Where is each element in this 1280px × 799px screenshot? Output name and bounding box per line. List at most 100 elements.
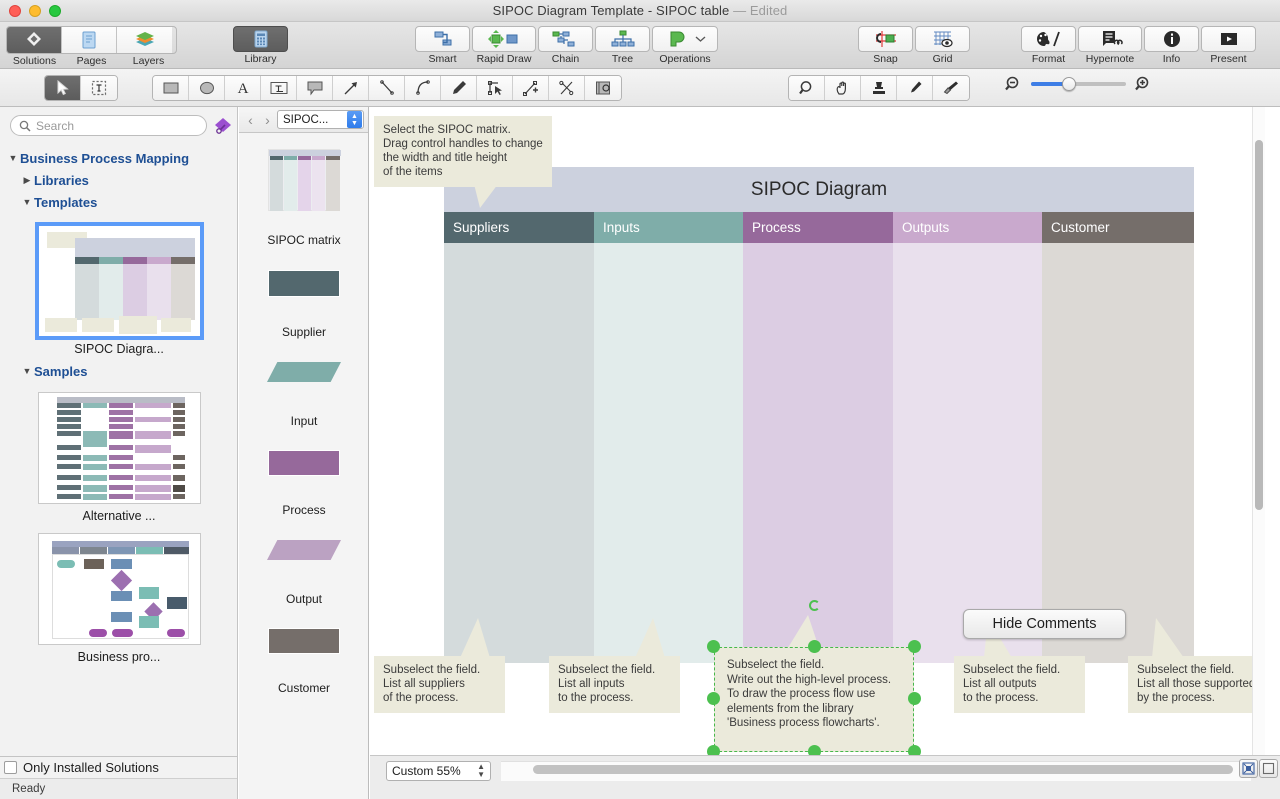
zoom-level-selector[interactable]: Custom 55% ▲▼ [386,761,491,781]
pages-button[interactable] [62,27,117,53]
line-tool[interactable] [369,76,405,100]
drawing-canvas[interactable]: SIPOC Diagram Suppliers Inputs Process [370,107,1280,799]
twisty-icon[interactable]: ▼ [6,153,20,163]
edit-points-tool[interactable] [477,76,513,100]
column-body[interactable] [444,243,594,663]
hand-pan-tool[interactable] [825,76,861,100]
library-item-input[interactable]: Input [239,362,369,428]
diagram-column-process[interactable]: Process [743,212,893,663]
stamp-tool[interactable] [861,76,897,100]
template-item-sipoc[interactable]: SIPOC Diagra... [0,225,238,356]
sample-thumbnail[interactable] [38,533,201,645]
text-tool[interactable]: A [225,76,261,100]
zoom-slider[interactable] [1031,77,1126,91]
tree-item-libraries[interactable]: ▶ Libraries [0,169,238,191]
comment-process[interactable]: Subselect the field. Write out the high-… [714,647,914,742]
layers-button[interactable] [117,27,172,53]
column-body[interactable] [893,243,1042,663]
canvas-vertical-scrollbar-track[interactable] [1252,107,1265,755]
comment-inputs[interactable]: Subselect the field. List all inputs to … [549,656,680,713]
twisty-icon[interactable]: ▼ [20,366,34,376]
operations-button[interactable]: Operations [651,26,719,66]
cut-connector-tool[interactable] [549,76,585,100]
solutions-button[interactable] [7,27,62,53]
only-installed-solutions-checkbox[interactable] [4,761,17,774]
rectangle-tool[interactable] [153,76,189,100]
zoom-level-stepper[interactable]: ▲▼ [477,763,485,779]
library-item-output[interactable]: Output [239,540,369,606]
arrow-tool[interactable] [333,76,369,100]
pen-tool[interactable] [441,76,477,100]
tree-button[interactable]: Tree [594,26,651,66]
chevron-right-icon[interactable]: › [260,112,275,128]
canvas-horizontal-scrollbar-thumb[interactable] [533,765,1233,774]
zoom-in-icon[interactable] [1134,75,1153,93]
library-selector[interactable]: SIPOC... ▲▼ [277,110,364,129]
hide-comments-button[interactable]: Hide Comments [963,609,1126,639]
library-item-customer[interactable]: Customer [239,628,369,695]
callout-tool[interactable] [297,76,333,100]
sample-item-business-process[interactable]: Business pro... [0,533,238,664]
pointer-arrow-tool[interactable] [45,76,81,100]
diagram-column-suppliers[interactable]: Suppliers [444,212,594,663]
resize-handle-top-right[interactable] [908,640,921,653]
library-item-process[interactable]: Process [239,450,369,517]
present-button[interactable]: Present [1200,26,1257,66]
library-item-supplier[interactable]: Supplier [239,270,369,339]
snap-button[interactable]: Snap [857,26,914,66]
chain-button[interactable]: Chain [537,26,594,66]
resize-handle-top-center[interactable] [808,640,821,653]
twisty-icon[interactable]: ▶ [20,175,34,186]
comment-outputs[interactable]: Subselect the field. List all outputs to… [954,656,1085,713]
tree-item-samples[interactable]: ▼ Samples [0,360,238,382]
canvas-vertical-scrollbar-thumb[interactable] [1255,140,1263,510]
view-segmented-control[interactable] [6,26,177,54]
column-body[interactable] [594,243,743,663]
add-point-tool[interactable] [513,76,549,100]
search-input[interactable]: Search [10,115,207,136]
text-field-tool[interactable] [261,76,297,100]
fit-page-button[interactable] [1239,759,1258,778]
diagram-column-outputs[interactable]: Outputs [893,212,1042,663]
hypernote-button[interactable]: Hypernote [1077,26,1143,66]
magnifier-tool[interactable] [789,76,825,100]
rapid-draw-button[interactable]: Rapid Draw [471,26,537,66]
diagram-column-inputs[interactable]: Inputs [594,212,743,663]
sample-item-alternative[interactable]: Alternative ... [0,392,238,523]
info-button[interactable]: Info [1143,26,1200,66]
canvas-horizontal-scrollbar-track[interactable] [501,761,1251,781]
ellipse-tool[interactable] [189,76,225,100]
column-body[interactable] [1042,243,1194,663]
sipoc-diagram[interactable]: SIPOC Diagram Suppliers Inputs Process [444,167,1194,663]
sample-thumbnail[interactable] [38,392,201,504]
grid-button[interactable]: Grid [914,26,971,66]
marquee-text-select-tool[interactable] [81,76,117,100]
curve-tool[interactable] [405,76,441,100]
zoom-out-icon[interactable] [1004,75,1023,93]
zoom-slider-knob[interactable] [1062,77,1076,91]
paintbrush-tool[interactable] [933,76,969,100]
comment-customer[interactable]: Subselect the field. List all those supp… [1128,656,1265,713]
solutions-badge-icon[interactable] [213,116,233,136]
resize-handle-top-left[interactable] [707,640,720,653]
only-installed-solutions-row[interactable]: Only Installed Solutions [0,756,238,778]
library-item-sipoc-matrix[interactable]: SIPOC matrix [239,149,369,247]
image-tool[interactable] [585,76,621,100]
eyedropper-tool[interactable] [897,76,933,100]
library-selector-stepper[interactable]: ▲▼ [347,111,362,128]
rotate-handle[interactable] [809,600,820,611]
comment-suppliers[interactable]: Subselect the field. List all suppliers … [374,656,505,713]
resize-handle-middle-right[interactable] [908,692,921,705]
tree-item-business-process-mapping[interactable]: ▼ Business Process Mapping [0,147,238,169]
tree-item-templates[interactable]: ▼ Templates [0,191,238,213]
twisty-icon[interactable]: ▼ [20,197,34,207]
smart-button[interactable]: Smart [414,26,471,66]
resize-handle-middle-left[interactable] [707,692,720,705]
column-body[interactable] [743,243,893,663]
diagram-column-customer[interactable]: Customer [1042,212,1194,663]
template-thumbnail[interactable] [38,225,201,337]
format-button[interactable]: Format [1020,26,1077,66]
canvas-sheet[interactable]: SIPOC Diagram Suppliers Inputs Process [370,107,1265,755]
library-button[interactable]: Library [232,26,289,66]
comment-matrix-instructions[interactable]: Select the SIPOC matrix. Drag control ha… [374,116,552,187]
